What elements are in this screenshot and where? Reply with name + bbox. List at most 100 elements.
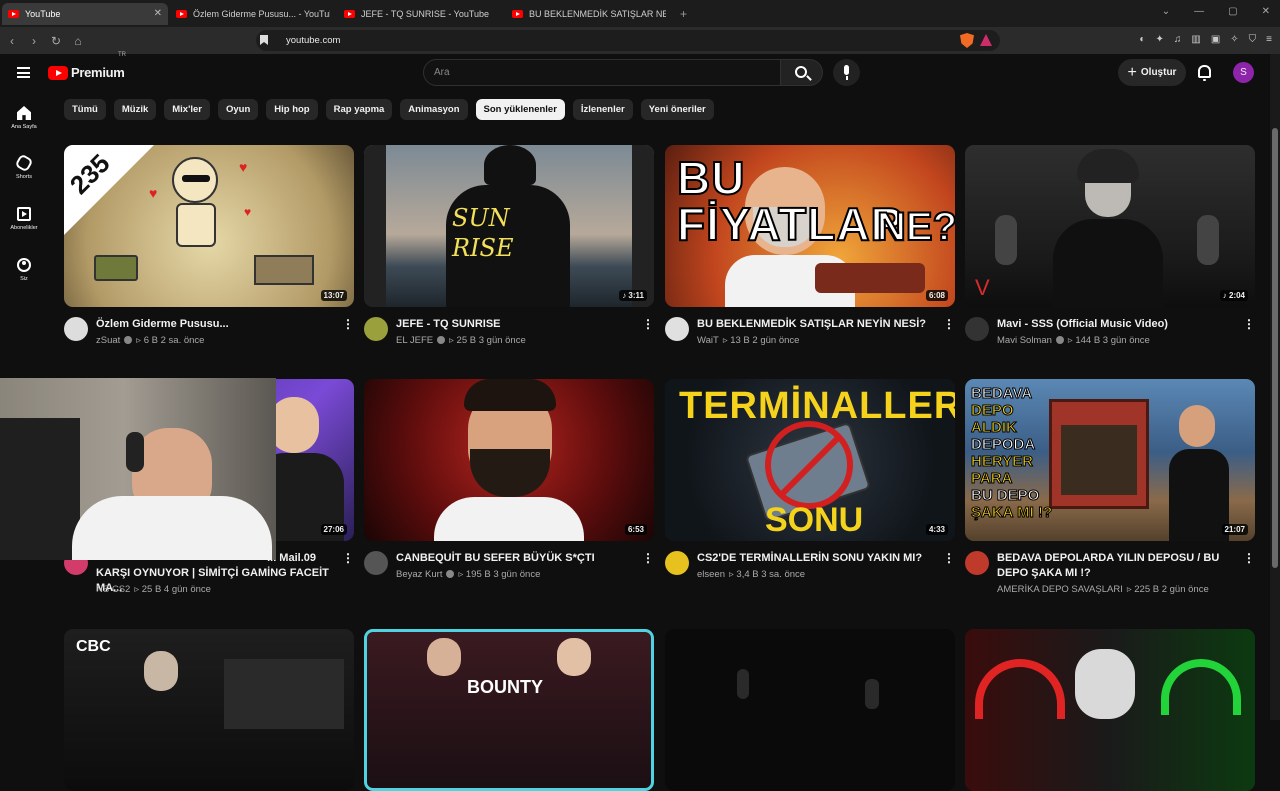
channel-avatar[interactable] bbox=[64, 317, 88, 341]
video-card[interactable]: V ♪ 2:04 Mavi - SSS (Official Music Vide… bbox=[965, 145, 1255, 367]
brave-shield-icon[interactable] bbox=[960, 33, 974, 48]
video-title[interactable]: Özlem Giderme Pususu... bbox=[96, 317, 336, 332]
chip-recently-uploaded[interactable]: Son yüklenenler bbox=[475, 99, 565, 120]
channel-avatar[interactable] bbox=[364, 551, 388, 575]
channel-avatar[interactable] bbox=[665, 317, 689, 341]
video-thumbnail[interactable] bbox=[665, 629, 955, 791]
scrollbar-thumb[interactable] bbox=[1272, 128, 1278, 568]
video-card[interactable]: TERMİNALLERİN SONU 4:33 CS2'DE TERMİNALL… bbox=[665, 379, 955, 601]
video-title[interactable]: CS2'DE TERMİNALLERİN SONU YAKIN MI? bbox=[697, 551, 937, 566]
video-card[interactable]: BU FİYATLAR NE? 6:08 BU BEKLENMEDİK SATI… bbox=[665, 145, 955, 367]
channel-avatar[interactable] bbox=[965, 551, 989, 575]
browser-tab-youtube[interactable]: YouTube ✕ bbox=[2, 2, 168, 25]
channel-name[interactable]: WaiT bbox=[697, 335, 719, 346]
tab-list-icon[interactable]: ⌄ bbox=[1162, 6, 1170, 17]
video-thumbnail[interactable]: BU FİYATLAR NE? 6:08 bbox=[665, 145, 955, 307]
chip-watched[interactable]: İzlenenler bbox=[572, 99, 633, 120]
video-card[interactable] bbox=[965, 629, 1255, 791]
more-actions-icon[interactable]: ⋮ bbox=[1243, 317, 1255, 331]
more-actions-icon[interactable]: ⋮ bbox=[943, 317, 955, 331]
more-actions-icon[interactable]: ⋮ bbox=[1243, 551, 1255, 565]
more-actions-icon[interactable]: ⋮ bbox=[642, 551, 654, 565]
channel-avatar[interactable] bbox=[665, 551, 689, 575]
chip-rap[interactable]: Rap yapma bbox=[325, 99, 393, 120]
channel-name[interactable]: Mavi Solman bbox=[997, 335, 1052, 346]
chip-gaming[interactable]: Oyun bbox=[217, 99, 259, 120]
video-card[interactable]: 235 ♥ ♥ ♥ 13:07 Özlem Giderme Pususu... … bbox=[64, 145, 354, 367]
wallet-icon[interactable]: ▣ bbox=[1211, 34, 1220, 45]
video-thumbnail[interactable]: TERMİNALLERİN SONU 4:33 bbox=[665, 379, 955, 541]
browser-tab-satislar[interactable]: BU BEKLENMEDİK SATIŞLAR NEYİN N bbox=[506, 3, 672, 25]
music-icon[interactable]: ♫ bbox=[1174, 34, 1182, 45]
video-card[interactable]: BOUNTY bbox=[364, 629, 654, 791]
bookmark-icon[interactable] bbox=[260, 35, 268, 45]
sidebar-item-subscriptions[interactable]: Abonelikler bbox=[0, 207, 48, 231]
video-card[interactable]: CBC bbox=[64, 629, 354, 791]
page-scrollbar[interactable] bbox=[1270, 54, 1280, 720]
sidebar-icon[interactable]: ▥ bbox=[1191, 34, 1200, 45]
search-input[interactable]: Ara bbox=[423, 59, 781, 86]
video-thumbnail[interactable]: CBC bbox=[64, 629, 354, 791]
notifications-bell-icon[interactable] bbox=[1198, 65, 1211, 81]
menu-icon[interactable]: ≡ bbox=[1266, 34, 1272, 45]
more-actions-icon[interactable]: ⋮ bbox=[943, 551, 955, 565]
forward-icon[interactable]: › bbox=[24, 34, 44, 48]
video-thumbnail[interactable]: 6:53 bbox=[364, 379, 654, 541]
video-thumbnail[interactable]: SUN RISE ♪ 3:11 bbox=[364, 145, 654, 307]
address-bar[interactable]: youtube.com bbox=[256, 30, 1000, 51]
minimize-icon[interactable]: — bbox=[1194, 6, 1204, 17]
close-window-icon[interactable]: ✕ bbox=[1262, 6, 1270, 17]
chip-mixes[interactable]: Mix'ler bbox=[164, 99, 210, 120]
video-card[interactable] bbox=[665, 629, 955, 791]
channel-avatar[interactable] bbox=[965, 317, 989, 341]
rewards-icon[interactable] bbox=[980, 34, 992, 46]
video-title[interactable]: BU BEKLENMEDİK SATIŞLAR NEYİN NESİ? bbox=[697, 317, 937, 332]
channel-name[interactable]: AMERİKA DEPO SAVAŞLARI bbox=[997, 584, 1123, 595]
more-actions-icon[interactable]: ⋮ bbox=[342, 551, 354, 565]
search-button[interactable] bbox=[781, 59, 823, 86]
account-avatar[interactable]: S bbox=[1233, 62, 1254, 83]
video-thumbnail[interactable]: BOUNTY bbox=[364, 629, 654, 791]
sidebar-item-shorts[interactable]: Shorts bbox=[0, 153, 48, 180]
video-title[interactable]: Mavi - SSS (Official Music Video) bbox=[997, 317, 1237, 332]
video-title[interactable]: JEFE - TQ SUNRISE bbox=[396, 317, 636, 332]
channel-avatar[interactable] bbox=[364, 317, 388, 341]
channel-name[interactable]: Beyaz Kurt bbox=[396, 569, 442, 580]
video-thumbnail[interactable]: V ♪ 2:04 bbox=[965, 145, 1255, 307]
video-thumbnail[interactable]: BEDAVA DEPO ALDIK DEPODA HERYER PARA BU … bbox=[965, 379, 1255, 541]
close-icon[interactable]: ✕ bbox=[154, 8, 162, 19]
channel-name[interactable]: elseen bbox=[697, 569, 725, 580]
channel-name[interactable]: EL JEFE bbox=[396, 335, 433, 346]
hamburger-menu-icon[interactable] bbox=[17, 67, 30, 78]
sidebar-item-you[interactable]: Siz bbox=[0, 258, 48, 282]
back-icon[interactable]: ‹ bbox=[2, 34, 22, 48]
maximize-icon[interactable]: ▢ bbox=[1228, 6, 1237, 17]
chip-hiphop[interactable]: Hip hop bbox=[266, 99, 318, 120]
extension-icon[interactable]: ◐ bbox=[1139, 34, 1145, 45]
puzzle-icon[interactable]: ✦ bbox=[1155, 34, 1163, 45]
video-thumbnail[interactable] bbox=[965, 629, 1255, 791]
reload-icon[interactable]: ↻ bbox=[46, 34, 66, 48]
channel-name[interactable]: zSuat bbox=[96, 335, 120, 346]
youtube-logo[interactable]: Premium bbox=[48, 65, 125, 80]
video-card[interactable]: 6:53 CANBEQUİT BU SEFER BÜYÜK S*ÇTI Beya… bbox=[364, 379, 654, 601]
more-actions-icon[interactable]: ⋮ bbox=[342, 317, 354, 331]
video-title[interactable]: CANBEQUİT BU SEFER BÜYÜK S*ÇTI bbox=[396, 551, 636, 566]
sparkle-icon[interactable]: ✧ bbox=[1230, 34, 1238, 45]
video-card[interactable]: BEDAVA DEPO ALDIK DEPODA HERYER PARA BU … bbox=[965, 379, 1255, 601]
video-title[interactable]: BEDAVA DEPOLARDA YILIN DEPOSU / BU DEPO … bbox=[997, 551, 1237, 581]
browser-tab-ozlem[interactable]: Özlem Giderme Pususu... - YouTube bbox=[170, 3, 336, 25]
channel-name[interactable]: NS CS2 bbox=[96, 584, 130, 595]
video-card[interactable]: SUN RISE ♪ 3:11 JEFE - TQ SUNRISE EL JEF… bbox=[364, 145, 654, 367]
new-tab-button[interactable]: + bbox=[680, 7, 687, 21]
home-icon[interactable]: ⌂ bbox=[68, 34, 88, 48]
chip-all[interactable]: Tümü bbox=[64, 99, 106, 120]
more-actions-icon[interactable]: ⋮ bbox=[642, 317, 654, 331]
vpn-icon[interactable]: ⛉ bbox=[1249, 34, 1257, 45]
chip-animation[interactable]: Animasyon bbox=[400, 99, 468, 120]
sidebar-item-home[interactable]: Ana Sayfa bbox=[0, 106, 48, 130]
chip-music[interactable]: Müzik bbox=[113, 99, 157, 120]
browser-tab-jefe[interactable]: JEFE - TQ SUNRISE - YouTube bbox=[338, 3, 504, 25]
video-thumbnail[interactable]: 235 ♥ ♥ ♥ 13:07 bbox=[64, 145, 354, 307]
voice-search-button[interactable] bbox=[833, 59, 860, 86]
